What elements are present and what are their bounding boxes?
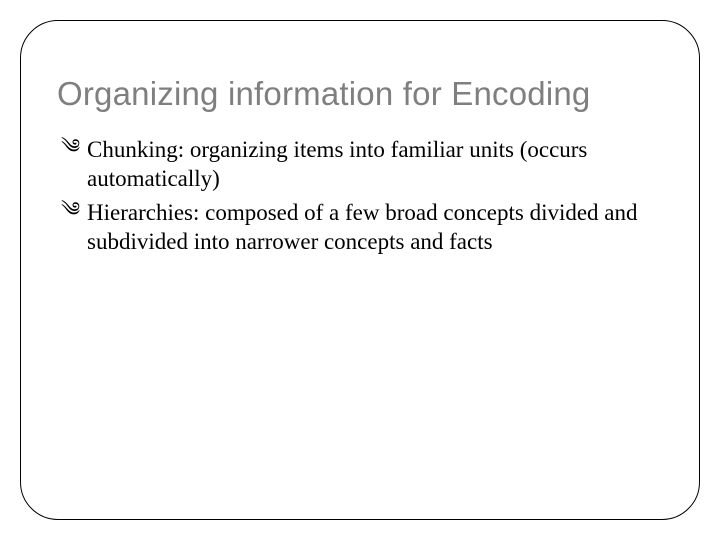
bullet-text: Chunking: organizing items into familiar… (87, 137, 587, 191)
bullet-text: Hierarchies: composed of a few broad con… (87, 200, 638, 254)
bullet-icon: ༄ (61, 137, 80, 157)
list-item: ༄ Chunking: organizing items into famili… (61, 135, 663, 194)
list-item: ༄ Hierarchies: composed of a few broad c… (61, 198, 663, 257)
slide-frame: Organizing information for Encoding ༄ Ch… (20, 20, 700, 520)
bullet-list: ༄ Chunking: organizing items into famili… (61, 135, 663, 257)
slide-title: Organizing information for Encoding (57, 75, 663, 113)
bullet-icon: ༄ (61, 200, 80, 220)
